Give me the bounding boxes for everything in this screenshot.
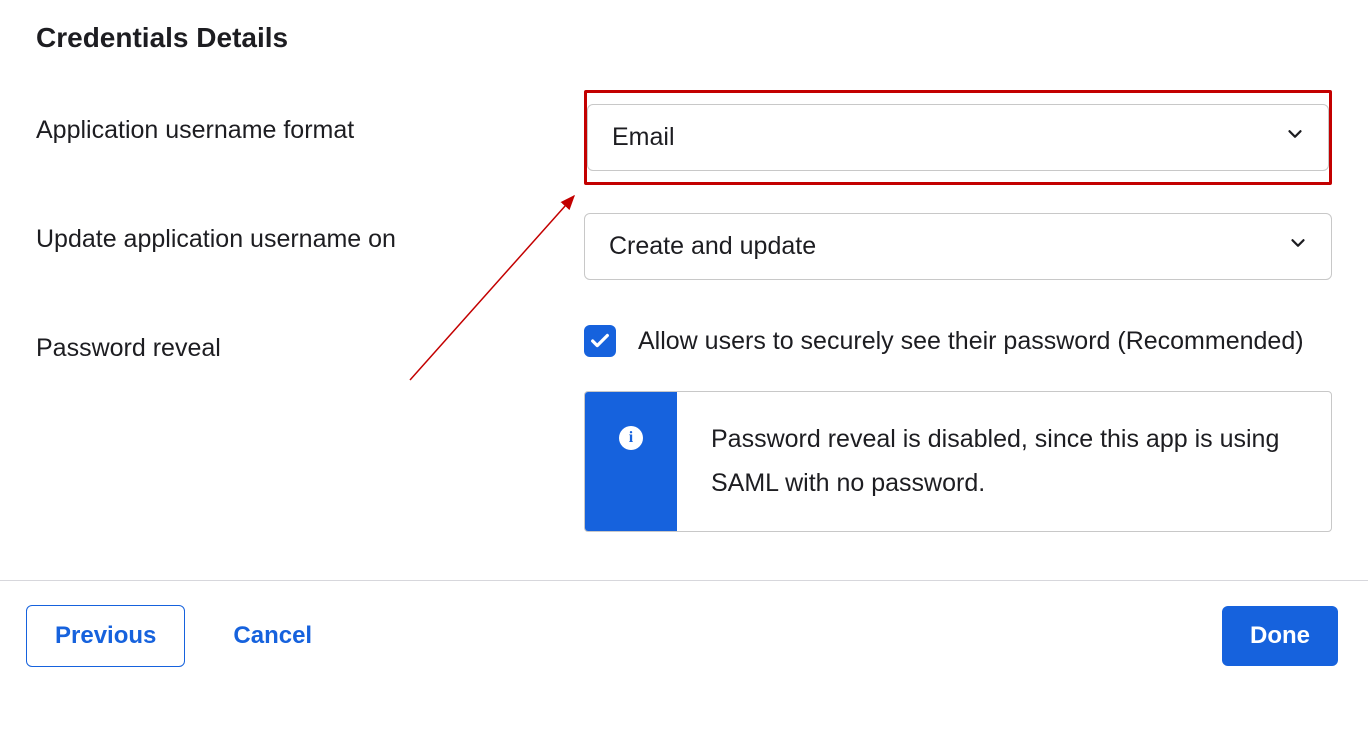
check-icon <box>589 330 611 352</box>
update-on-value: Create and update <box>609 232 816 261</box>
done-button[interactable]: Done <box>1222 606 1338 666</box>
update-on-row: Update application username on Create an… <box>36 213 1332 280</box>
username-format-label: Application username format <box>36 104 584 145</box>
password-reveal-checkbox[interactable] <box>584 325 616 357</box>
cancel-button[interactable]: Cancel <box>233 622 312 650</box>
username-format-select[interactable]: Email <box>587 104 1329 171</box>
footer: Previous Cancel Done <box>0 581 1368 667</box>
previous-button[interactable]: Previous <box>26 605 185 667</box>
chevron-down-icon <box>1284 123 1306 152</box>
info-banner: i Password reveal is disabled, since thi… <box>584 391 1332 533</box>
username-format-value: Email <box>612 123 675 152</box>
password-reveal-row: Password reveal Allow users to securely … <box>36 322 1332 532</box>
info-banner-icon-column: i <box>585 392 677 532</box>
update-on-label: Update application username on <box>36 213 584 254</box>
info-banner-text: Password reveal is disabled, since this … <box>677 392 1331 532</box>
password-reveal-label: Password reveal <box>36 322 584 363</box>
info-icon: i <box>619 426 643 450</box>
update-on-select[interactable]: Create and update <box>584 213 1332 280</box>
highlight-box: Email <box>584 90 1332 185</box>
chevron-down-icon <box>1287 232 1309 261</box>
password-reveal-checkbox-label: Allow users to securely see their passwo… <box>638 322 1304 361</box>
section-title: Credentials Details <box>36 22 1332 54</box>
username-format-row: Application username format Email <box>36 104 1332 171</box>
